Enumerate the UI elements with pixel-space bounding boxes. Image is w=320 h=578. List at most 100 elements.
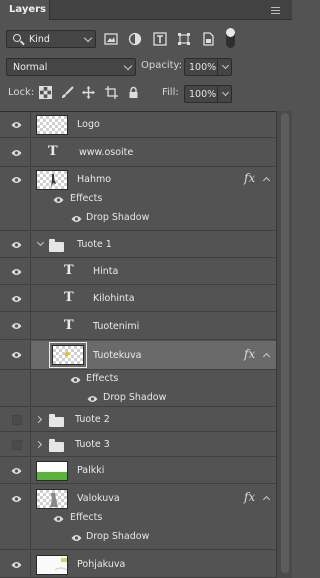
visibility-toggle[interactable] <box>0 485 31 549</box>
folder-icon <box>49 239 64 252</box>
eye-icon[interactable] <box>70 376 81 384</box>
adjustment-filter-icon[interactable] <box>128 32 142 46</box>
visibility-toggle[interactable] <box>0 551 31 577</box>
filter-toggle[interactable] <box>226 28 235 48</box>
layer-group-tuote-1[interactable]: Tuote 1 <box>0 232 276 258</box>
shape-filter-icon[interactable] <box>177 32 191 46</box>
layer-name: Tuote 1 <box>77 239 112 250</box>
scrollbar-thumb[interactable] <box>281 113 289 573</box>
eye-icon <box>11 496 22 502</box>
eye-icon[interactable] <box>87 395 98 403</box>
layer-thumbnail <box>49 342 87 368</box>
chevron-down-icon <box>221 61 230 70</box>
eye-icon <box>11 352 22 358</box>
layer-tuotenimi[interactable]: T Tuotenimi <box>0 313 276 340</box>
eye-icon <box>11 323 22 329</box>
fx-icon[interactable]: fx <box>244 171 255 185</box>
chevron-up-icon[interactable] <box>262 495 271 504</box>
eye-icon[interactable] <box>71 215 82 223</box>
chevron-up-icon[interactable] <box>262 176 271 185</box>
eye-icon[interactable] <box>53 515 64 523</box>
opacity-dropdown[interactable] <box>218 58 232 76</box>
visibility-toggle[interactable] <box>0 286 31 311</box>
filter-toggle-knob <box>226 28 235 37</box>
fx-icon[interactable]: fx <box>244 347 255 361</box>
tab-layers[interactable]: Layers <box>0 0 50 20</box>
chevron-down-icon[interactable] <box>36 238 45 247</box>
eye-icon <box>11 122 22 128</box>
eye-icon <box>11 468 22 474</box>
effects-label: Effects <box>70 193 103 204</box>
eye-icon <box>11 177 22 183</box>
visibility-toggle[interactable] <box>0 232 31 257</box>
layer-name: Tuote 2 <box>75 414 110 425</box>
layer-kilohinta[interactable]: T Kilohinta <box>0 286 276 312</box>
chevron-down-icon <box>221 88 230 97</box>
eye-icon <box>11 150 22 156</box>
layer-name: Hahmo <box>77 174 112 185</box>
visibility-toggle[interactable] <box>0 313 31 339</box>
layer-www-osoite[interactable]: T www.osoite <box>0 139 276 167</box>
layer-palkki[interactable]: Palkki <box>0 458 276 484</box>
blend-mode-value: Normal <box>13 62 48 73</box>
chevron-up-icon[interactable] <box>262 352 271 361</box>
visibility-toggle[interactable] <box>0 433 31 456</box>
visibility-toggle[interactable] <box>0 458 31 483</box>
lock-position-icon[interactable] <box>82 86 95 99</box>
visibility-toggle[interactable] <box>0 259 31 284</box>
type-layer-icon: T <box>64 290 74 305</box>
fill-dropdown[interactable] <box>218 85 232 103</box>
fill-value: 100% <box>189 89 217 100</box>
hidden-checkbox <box>12 440 22 450</box>
pixel-filter-icon[interactable] <box>104 32 118 46</box>
layer-group-tuote-2[interactable]: Tuote 2 <box>0 408 276 432</box>
visibility-toggle[interactable] <box>0 341 31 369</box>
smart-object-filter-icon[interactable] <box>201 32 215 46</box>
panel-menu-icon[interactable] <box>271 7 280 14</box>
fill-input[interactable]: 100% <box>184 85 218 103</box>
visibility-toggle[interactable] <box>0 168 31 230</box>
lock-all-icon[interactable] <box>127 86 140 99</box>
layer-name: Tuotenimi <box>93 321 140 332</box>
layer-hinta[interactable]: T Hinta <box>0 259 276 285</box>
chevron-right-icon[interactable] <box>34 440 43 449</box>
layers-scrollbar[interactable] <box>276 111 292 578</box>
eye-icon <box>11 269 22 275</box>
opacity-input[interactable]: 100% <box>184 58 218 76</box>
layer-name: Valokuva <box>77 493 120 504</box>
blend-mode-select[interactable]: Normal <box>6 58 136 76</box>
type-layer-icon: T <box>64 318 74 333</box>
visibility-toggle[interactable] <box>0 408 31 431</box>
chevron-down-icon <box>123 61 133 71</box>
filter-kind-select[interactable]: Kind <box>6 30 96 48</box>
layer-name: www.osoite <box>79 147 134 158</box>
layer-valokuva[interactable]: Valokuva fx Effects Drop Shadow <box>0 485 276 550</box>
photo-thumbnail-icon <box>50 493 58 507</box>
opacity-value: 100% <box>189 62 217 73</box>
fx-icon[interactable]: fx <box>244 490 255 504</box>
lock-artboard-icon[interactable] <box>105 86 118 99</box>
visibility-toggle[interactable] <box>0 139 31 166</box>
eye-icon[interactable] <box>71 534 82 542</box>
chevron-right-icon[interactable] <box>34 415 43 424</box>
layer-name: Palkki <box>77 465 105 476</box>
type-filter-icon[interactable] <box>153 32 167 46</box>
eye-icon[interactable] <box>53 196 64 204</box>
layer-thumbnail <box>36 115 68 135</box>
panel-header: Layers <box>0 0 292 20</box>
layer-hahmo[interactable]: Hahmo fx Effects Drop Shadow <box>0 168 276 231</box>
lock-transparent-pixels-icon[interactable] <box>39 86 52 99</box>
filter-kind-value: Kind <box>29 34 50 45</box>
layer-tuotekuva[interactable]: Tuotekuva fx <box>0 341 276 370</box>
layer-logo[interactable]: Logo <box>0 112 276 138</box>
layer-name: Tuote 3 <box>75 439 110 450</box>
figure-thumbnail-icon <box>51 174 56 187</box>
layer-thumbnail <box>36 461 68 481</box>
filter-bar: Kind <box>0 26 292 52</box>
layer-group-tuote-3[interactable]: Tuote 3 <box>0 433 276 457</box>
chevron-down-icon <box>83 33 93 43</box>
lock-image-pixels-icon[interactable] <box>61 86 74 99</box>
layer-pohjakuva[interactable]: Pohjakuva <box>0 551 276 578</box>
layer-thumbnail <box>36 170 68 190</box>
visibility-toggle[interactable] <box>0 112 31 137</box>
